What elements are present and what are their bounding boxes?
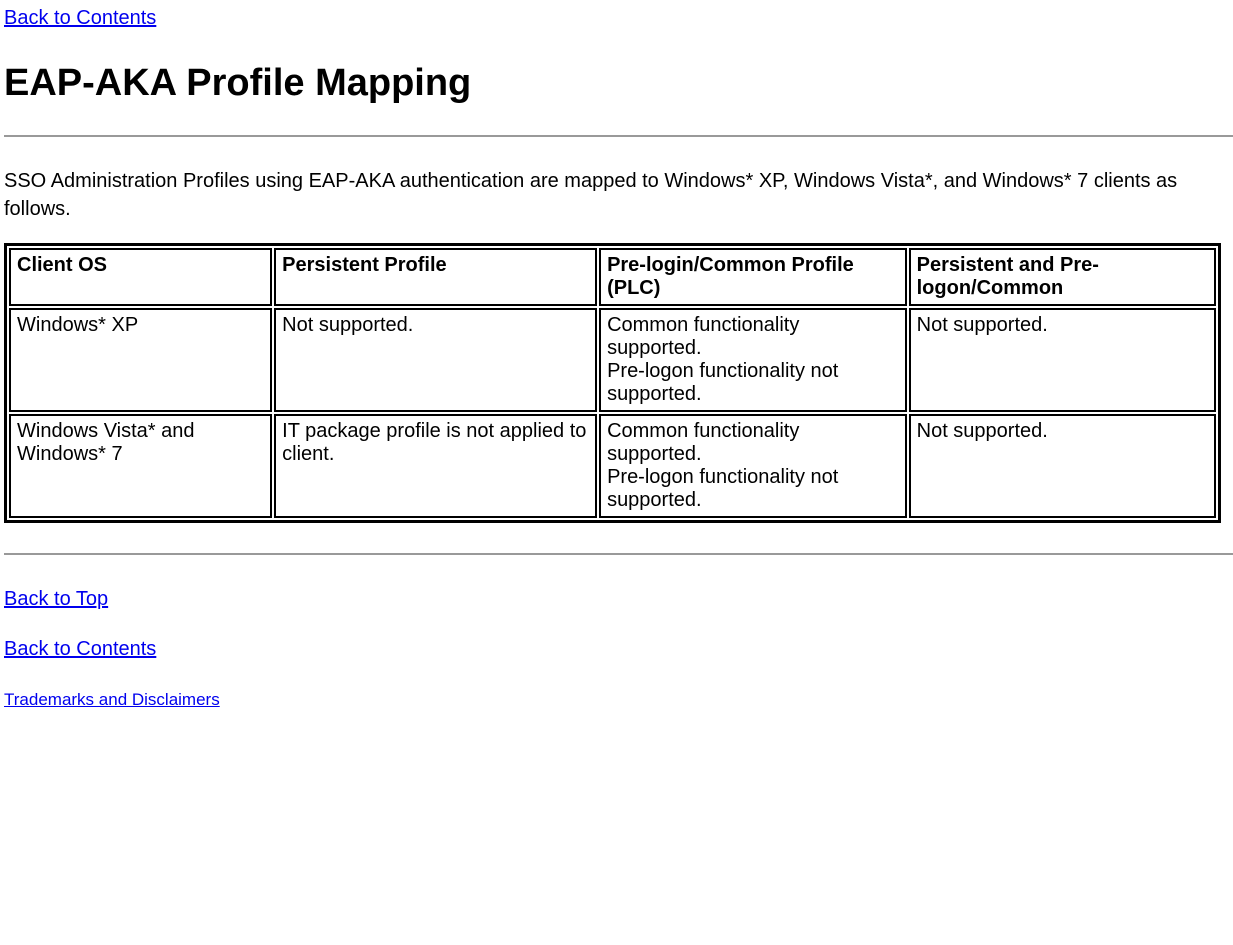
cell-prelogin: Common functionality supported. Pre-logo…: [599, 308, 907, 412]
divider-bottom: [4, 553, 1233, 555]
col-header-persistent-prelogon: Persistent and Pre-logon/Common: [909, 248, 1216, 306]
cell-persistent: Not supported.: [274, 308, 597, 412]
cell-persistent: IT package profile is not applied to cli…: [274, 414, 597, 518]
cell-client-os: Windows* XP: [9, 308, 272, 412]
col-header-client-os: Client OS: [9, 248, 272, 306]
col-header-prelogin-common: Pre-login/Common Profile (PLC): [599, 248, 907, 306]
cell-text: Pre-logon functionality not supported.: [607, 360, 838, 405]
back-to-top-link[interactable]: Back to Top: [4, 588, 108, 610]
cell-client-os: Windows Vista* and Windows* 7: [9, 414, 272, 518]
cell-prelogin: Common functionality supported. Pre-logo…: [599, 414, 907, 518]
cell-persistent-prelogon: Not supported.: [909, 308, 1216, 412]
cell-text: Pre-logon functionality not supported.: [607, 466, 838, 511]
back-to-contents-link-top[interactable]: Back to Contents: [4, 7, 156, 29]
divider-top: [4, 135, 1233, 137]
col-header-persistent-profile: Persistent Profile: [274, 248, 597, 306]
table-row: Windows Vista* and Windows* 7 IT package…: [9, 414, 1216, 518]
table-row: Windows* XP Not supported. Common functi…: [9, 308, 1216, 412]
back-to-contents-link-bottom[interactable]: Back to Contents: [4, 638, 156, 660]
cell-text: Common functionality supported.: [607, 314, 799, 359]
cell-text: Common functionality supported.: [607, 420, 799, 465]
page-title: EAP-AKA Profile Mapping: [4, 62, 1233, 105]
profile-mapping-table: Client OS Persistent Profile Pre-login/C…: [4, 243, 1221, 523]
table-header-row: Client OS Persistent Profile Pre-login/C…: [9, 248, 1216, 306]
cell-persistent-prelogon: Not supported.: [909, 414, 1216, 518]
trademarks-link[interactable]: Trademarks and Disclaimers: [4, 690, 220, 709]
intro-paragraph: SSO Administration Profiles using EAP-AK…: [4, 167, 1229, 223]
